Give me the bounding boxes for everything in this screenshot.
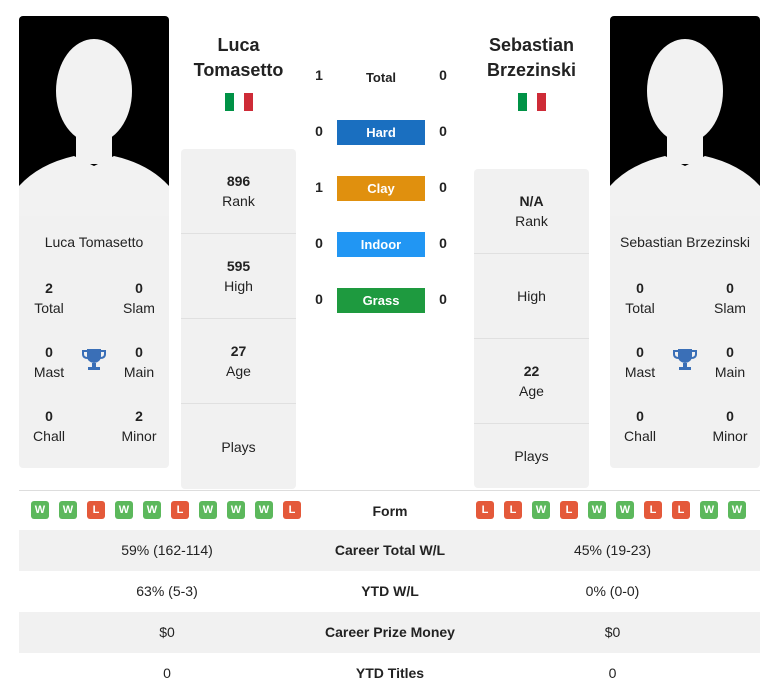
player2-minor: 0 Minor	[712, 408, 748, 444]
player2-rank: N/A Rank	[474, 169, 589, 254]
trophy-icon	[81, 346, 107, 372]
h2h-indoor-p2: 0	[439, 235, 447, 251]
player2-name: Sebastian Brzezinski	[620, 234, 750, 250]
player1-value: 63% (5-3)	[136, 583, 198, 599]
h2h-total-p2: 0	[439, 67, 447, 83]
row-label: YTD W/L	[361, 583, 419, 599]
player1-value: $0	[159, 624, 175, 640]
player1-total: 2 Total	[34, 280, 64, 316]
player2-card: Sebastian Brzezinski 0 Total 0 Slam 0 Mast …	[610, 216, 760, 468]
h2h-total-p1: 1	[315, 67, 323, 83]
player2-plays: Plays	[514, 448, 549, 464]
surface-hard[interactable]: Hard	[337, 120, 425, 145]
form-badge-loss[interactable]: L	[283, 501, 301, 519]
trophy-icon	[672, 346, 698, 372]
player1-value: 59% (162-114)	[121, 542, 213, 558]
h2h-hard-p2: 0	[439, 123, 447, 139]
form-badge-win[interactable]: W	[255, 501, 273, 519]
player2-stats-panel: N/A Rank High 22 Age Plays	[474, 169, 589, 488]
form-badge-win[interactable]: W	[143, 501, 161, 519]
form-badge-win[interactable]: W	[227, 501, 245, 519]
h2h-total-label: Total	[365, 70, 397, 85]
form-badge-win[interactable]: W	[115, 501, 133, 519]
form-badge-win[interactable]: W	[532, 501, 550, 519]
form-row: WWLWWLWWWL Form LLWLWWLLWW	[19, 490, 760, 530]
player1-age: 27 Age	[181, 319, 296, 404]
player1-mast: 0 Mast	[33, 344, 65, 380]
form-badge-loss[interactable]: L	[87, 501, 105, 519]
player2-age: 22 Age	[474, 339, 589, 424]
player2-slam: 0 Slam	[714, 280, 746, 316]
player1-plays: Plays	[221, 438, 256, 455]
player2-mast: 0 Mast	[624, 344, 656, 380]
surface-clay[interactable]: Clay	[337, 176, 425, 201]
player1-value: 0	[163, 665, 171, 681]
player1-card: Luca Tomasetto 2 Total 0 Slam 0 Mast 0 Main …	[19, 216, 169, 468]
player-silhouette-icon	[19, 39, 169, 216]
form-badge-win[interactable]: W	[616, 501, 634, 519]
h2h-clay-p2: 0	[439, 179, 447, 195]
form-badge-win[interactable]: W	[31, 501, 49, 519]
player1-stats-panel: 896 Rank 595 High 27 Age Plays	[181, 149, 296, 489]
player1-high: 595 High	[181, 234, 296, 319]
comparison-row: $0 Career Prize Money $0	[19, 612, 760, 653]
player2-main: 0 Main	[714, 344, 746, 380]
player1-rank: 896 Rank	[181, 149, 296, 234]
form-label: Form	[372, 503, 408, 519]
player2-photo	[610, 16, 760, 216]
row-label: Career Total W/L	[334, 542, 446, 558]
player2-value: 45% (19-23)	[573, 542, 652, 558]
comparison-row: 63% (5-3) YTD W/L 0% (0-0)	[19, 571, 760, 612]
player-silhouette-icon	[610, 39, 760, 216]
player1-main: 0 Main	[123, 344, 155, 380]
h2h-grass-p1: 0	[315, 291, 323, 307]
row-label: Career Prize Money	[325, 624, 455, 640]
h2h-grass-p2: 0	[439, 291, 447, 307]
player2-value: 0	[608, 665, 617, 681]
form-badge-loss[interactable]: L	[504, 501, 522, 519]
italy-flag-icon	[225, 93, 253, 111]
player1-slam: 0 Slam	[123, 280, 155, 316]
form-badge-win[interactable]: W	[199, 501, 217, 519]
player1-chall: 0 Chall	[33, 408, 65, 444]
h2h-hard-p1: 0	[315, 123, 323, 139]
form-badge-win[interactable]: W	[728, 501, 746, 519]
form-badge-loss[interactable]: L	[171, 501, 189, 519]
player1-title[interactable]: Luca Tomasetto	[181, 33, 296, 83]
form-badge-loss[interactable]: L	[476, 501, 494, 519]
h2h-clay-p1: 1	[315, 179, 323, 195]
row-label: YTD Titles	[355, 665, 425, 681]
player2-title[interactable]: Sebastian Brzezinski	[474, 33, 589, 83]
comparison-row: 59% (162-114) Career Total W/L 45% (19-2…	[19, 530, 760, 571]
player1-name: Luca Tomasetto	[44, 234, 144, 250]
form-badge-loss[interactable]: L	[560, 501, 578, 519]
form-badge-win[interactable]: W	[59, 501, 77, 519]
player2-chall: 0 Chall	[624, 408, 656, 444]
comparison-row: 0 YTD Titles 0	[19, 653, 760, 694]
italy-flag-icon	[518, 93, 546, 111]
form-badge-loss[interactable]: L	[672, 501, 690, 519]
player1-photo	[19, 16, 169, 216]
form-badge-win[interactable]: W	[588, 501, 606, 519]
form-badge-win[interactable]: W	[700, 501, 718, 519]
player1-minor: 2 Minor	[121, 408, 157, 444]
h2h-indoor-p1: 0	[315, 235, 323, 251]
surface-grass[interactable]: Grass	[337, 288, 425, 313]
surface-indoor[interactable]: Indoor	[337, 232, 425, 257]
player2-value: 0% (0-0)	[585, 583, 640, 599]
form-badge-loss[interactable]: L	[644, 501, 662, 519]
player2-high: High	[474, 254, 589, 339]
player2-value: $0	[604, 624, 621, 640]
player2-total: 0 Total	[625, 280, 655, 316]
